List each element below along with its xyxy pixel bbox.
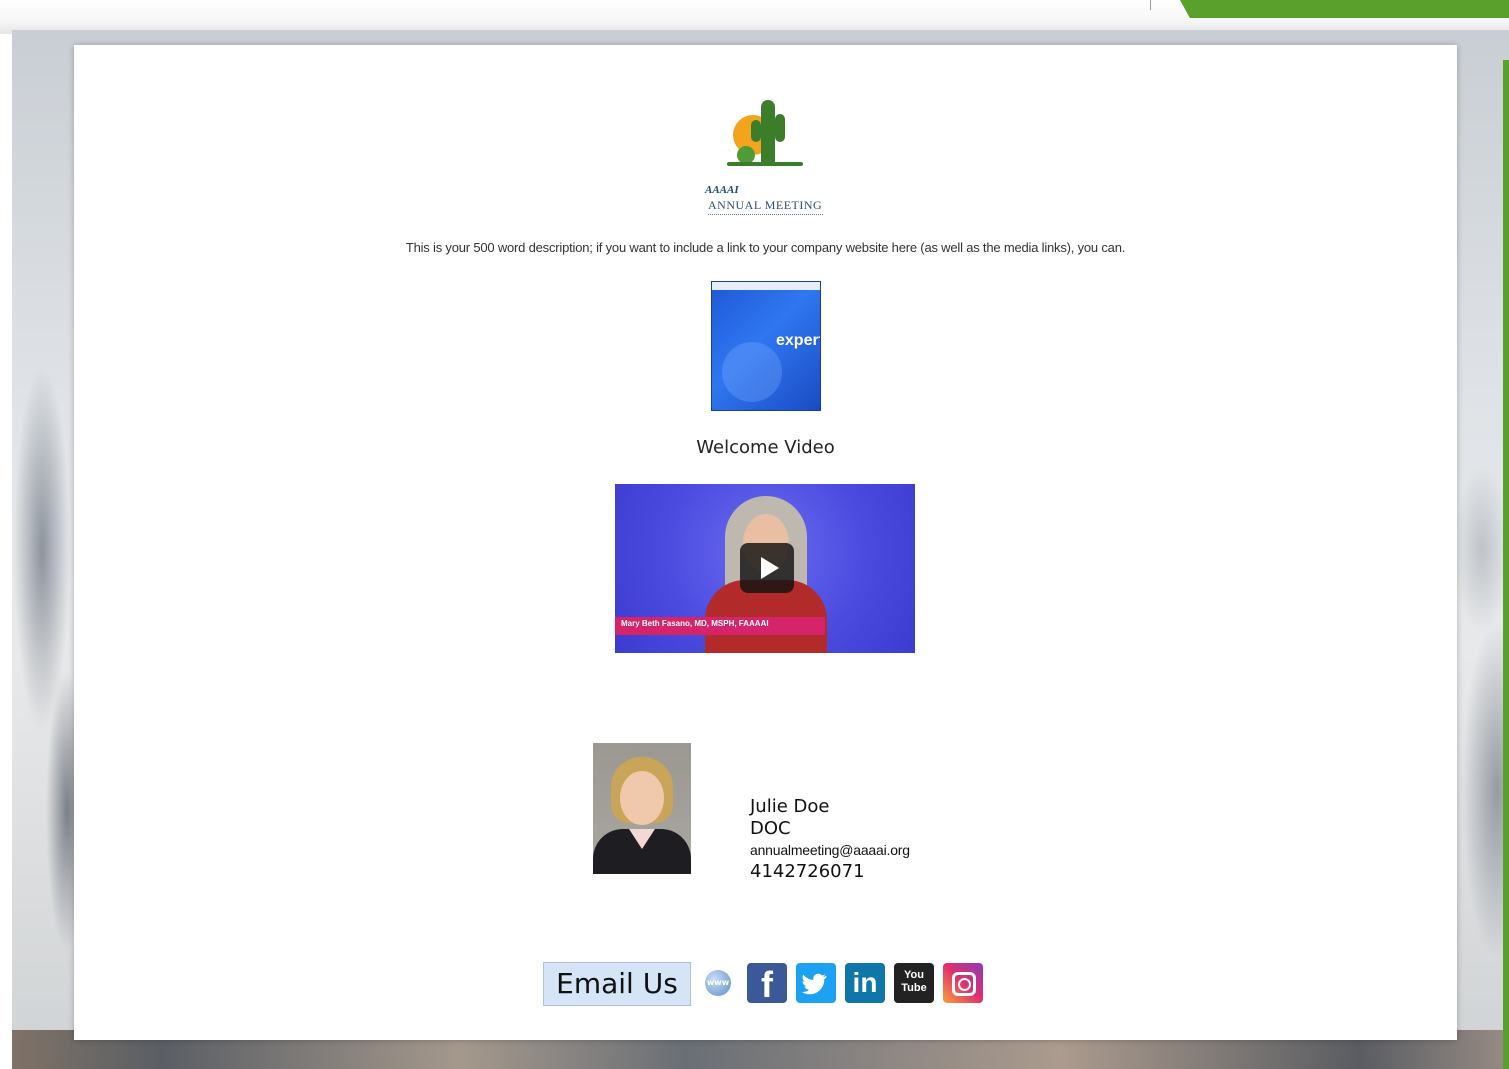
contact-role: DOC (750, 818, 791, 839)
instagram-icon[interactable] (943, 963, 983, 1003)
twitter-bird-icon (802, 973, 827, 995)
top-divider (1150, 0, 1151, 10)
logo-subtitle (708, 214, 823, 218)
linkedin-icon[interactable]: in (845, 963, 885, 1003)
play-icon[interactable] (740, 543, 794, 593)
cactus-icon (761, 100, 775, 162)
logo-title: ANNUAL MEETING (708, 198, 823, 212)
logo-ground (727, 162, 803, 166)
contact-phone: 4142726071 (750, 861, 865, 882)
annual-meeting-logo: AAAAI ANNUAL MEETING (705, 100, 825, 225)
video-title: Welcome Video (696, 437, 835, 458)
email-us-button[interactable]: Email Us (543, 962, 691, 1006)
contact-avatar (593, 743, 691, 874)
right-green-edge (1503, 60, 1509, 1069)
video-lower-third: Mary Beth Fasano, MD, MSPH, FAAAAI (615, 617, 825, 635)
facebook-icon[interactable]: f (747, 963, 787, 1005)
youtube-icon[interactable]: You Tube (894, 963, 934, 1003)
booth-description: This is your 500 word description; if yo… (405, 240, 1126, 255)
contact-name: Julie Doe (750, 796, 830, 817)
instagram-lens (958, 978, 971, 991)
brochure-graphic (722, 342, 782, 402)
contact-info: Julie Doe DOC annualmeeting@aaaai.org 41… (750, 796, 910, 884)
logo-brand: AAAAI (705, 184, 739, 196)
cactus-icon-arm-left (751, 120, 761, 142)
cactus-icon-arm-right (775, 114, 785, 142)
website-icon[interactable]: www (705, 970, 731, 996)
brochure-title: expert (776, 332, 821, 349)
video-caption: Mary Beth Fasano, MD, MSPH, FAAAAI (621, 619, 769, 628)
avatar-face (620, 771, 664, 825)
top-green-tab[interactable] (1180, 0, 1509, 18)
twitter-icon[interactable] (796, 963, 836, 1003)
welcome-video-player[interactable]: Mary Beth Fasano, MD, MSPH, FAAAAI (615, 484, 915, 653)
contact-email[interactable]: annualmeeting@aaaai.org (750, 840, 910, 860)
brochure-thumbnail[interactable]: expert (711, 281, 821, 411)
brochure-header-bar (712, 282, 820, 290)
